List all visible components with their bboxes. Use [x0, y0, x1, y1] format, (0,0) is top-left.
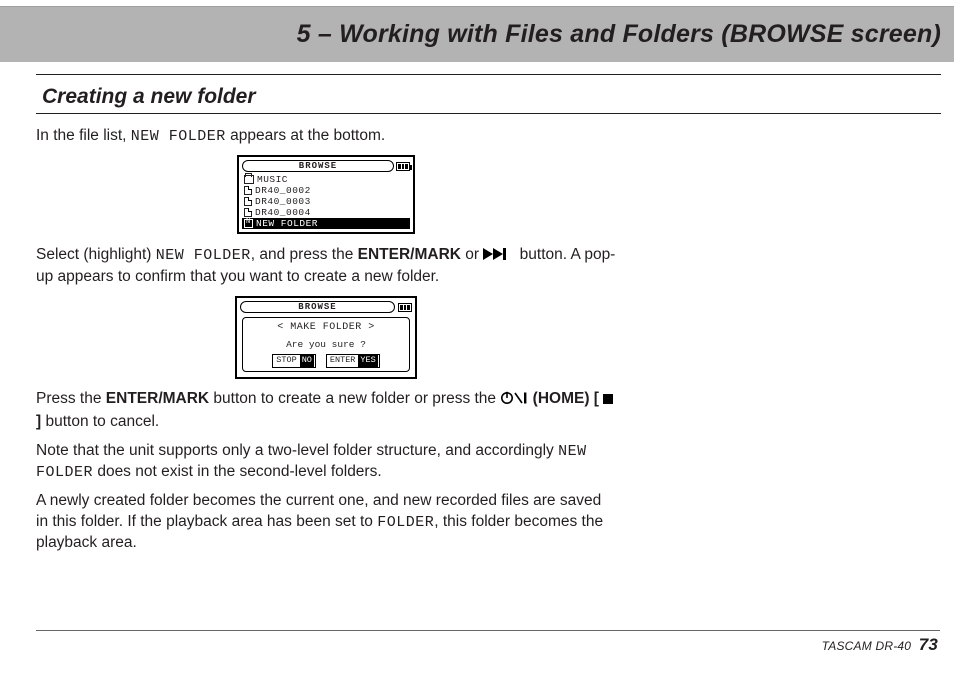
lcd2-title: BROWSE: [240, 301, 395, 313]
new-folder-icon: [244, 219, 253, 228]
file-icon: [244, 197, 252, 206]
popup-stop-no: STOPNO: [272, 354, 316, 367]
confirm-popup: < MAKE FOLDER > Are you sure ? STOPNO EN…: [242, 317, 410, 372]
stop-icon: [603, 390, 613, 411]
code-new-folder: NEW FOLDER: [156, 247, 251, 264]
body-column: In the file list, NEW FOLDER appears at …: [36, 126, 616, 554]
lcd1-title: BROWSE: [242, 160, 394, 172]
battery-icon: [398, 303, 412, 312]
paragraph-3: Press the ENTER/MARK button to create a …: [36, 389, 616, 433]
popup-title: < MAKE FOLDER >: [247, 321, 405, 335]
folder-icon: [244, 175, 254, 184]
footer-model: TASCAM DR-40: [822, 639, 912, 653]
paragraph-1: In the file list, NEW FOLDER appears at …: [36, 126, 616, 147]
file-icon: [244, 208, 252, 217]
section-heading: Creating a new folder: [42, 85, 941, 109]
header-rule: [36, 74, 941, 75]
list-item: DR40_0002: [242, 185, 410, 196]
popup-enter-yes: ENTERYES: [326, 354, 380, 367]
home-label: (HOME) [: [533, 390, 599, 407]
enter-mark-label: ENTER/MARK: [106, 390, 209, 407]
list-item: DR40_0003: [242, 196, 410, 207]
lcd-screenshot-1: BROWSE MUSIC DR40_0002 DR40_0003 DR40_00…: [36, 155, 616, 235]
fast-forward-icon: [483, 246, 515, 267]
paragraph-4: Note that the unit supports only a two-l…: [36, 441, 616, 484]
battery-icon: [396, 162, 410, 171]
footer: TASCAM DR-40 73: [822, 635, 938, 655]
popup-message: Are you sure ?: [247, 339, 405, 352]
list-item: MUSIC: [242, 174, 410, 185]
power-standby-icon: [500, 391, 528, 412]
chapter-header-bar: 5 – Working with Files and Folders (BROW…: [0, 6, 954, 62]
chapter-title: 5 – Working with Files and Folders (BROW…: [297, 20, 941, 49]
lcd-screenshot-2: BROWSE < MAKE FOLDER > Are you sure ? ST…: [36, 296, 616, 379]
footer-rule: [36, 630, 940, 631]
list-item: DR40_0004: [242, 207, 410, 218]
paragraph-2: Select (highlight) NEW FOLDER, and press…: [36, 245, 616, 288]
file-icon: [244, 186, 252, 195]
section-heading-wrap: Creating a new folder: [36, 85, 941, 114]
paragraph-5: A newly created folder becomes the curre…: [36, 491, 616, 554]
code-new-folder: NEW FOLDER: [131, 128, 226, 145]
page-number: 73: [919, 635, 938, 654]
list-item-selected: NEW FOLDER: [242, 218, 410, 229]
code-folder: FOLDER: [377, 514, 434, 531]
enter-mark-label: ENTER/MARK: [358, 246, 461, 263]
